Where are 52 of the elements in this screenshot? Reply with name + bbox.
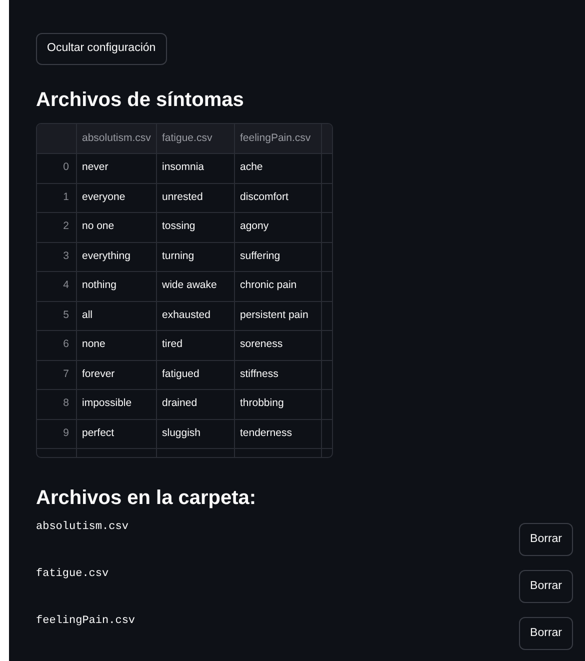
table-cell-text: no one <box>82 219 114 234</box>
row-index: 3 <box>63 248 69 264</box>
table-cell-text: insomnia <box>162 160 204 176</box>
row-index: 4 <box>63 278 69 294</box>
table-cell-text: fatigued <box>162 366 200 382</box>
column-header: feelingPain.csv <box>240 130 311 146</box>
row-index: 9 <box>63 426 69 441</box>
table-cell-text: wide awake <box>162 278 217 294</box>
table-cell-text: everything <box>82 248 130 264</box>
row-index: 6 <box>63 337 69 352</box>
table-cell-text: tenderness <box>240 426 292 441</box>
table-cell-text: nothing <box>82 278 116 294</box>
row-index: 0 <box>63 160 69 176</box>
table-cell-text: turning <box>162 248 194 264</box>
table-cell-text: soreness <box>240 337 283 352</box>
table-cell-text: stiffness <box>240 366 278 382</box>
table-cell-text: never <box>82 160 108 176</box>
column-header: fatigue.csv <box>162 130 212 146</box>
table-cell-text: unrested <box>162 190 203 205</box>
row-index: 7 <box>63 366 69 382</box>
row-index: 5 <box>63 308 69 323</box>
file-name: fatigue.csv <box>36 567 109 582</box>
delete-button[interactable]: Borrar <box>519 523 573 556</box>
row-index: 8 <box>63 396 69 412</box>
column-header: absolutism.csv <box>82 130 151 146</box>
file-name: absolutism.csv <box>36 520 128 535</box>
hide-settings-button[interactable]: Ocultar configuración <box>36 33 167 65</box>
table-cell-text: ache <box>240 160 263 176</box>
table-cell-text: tired <box>162 337 182 352</box>
delete-button[interactable]: Borrar <box>519 570 573 603</box>
table-cell-text: chronic pain <box>240 278 297 294</box>
row-index: 1 <box>63 190 69 205</box>
table-cell-text: all <box>82 308 93 323</box>
table-cell-text: persistent pain <box>240 308 308 323</box>
table-cell-text: suffering <box>240 248 280 264</box>
row-index: 2 <box>63 219 69 234</box>
table-cell-text: exhausted <box>162 308 210 323</box>
table-cell-text: perfect <box>82 426 114 441</box>
table-cell-text: throbbing <box>240 396 284 412</box>
delete-button[interactable]: Borrar <box>519 617 573 650</box>
section-heading: Archivos de síntomas <box>36 88 245 113</box>
table-cell-text: discomfort <box>240 190 288 205</box>
table-cell-text: drained <box>162 396 198 412</box>
file-name: feelingPain.csv <box>36 614 136 629</box>
table-cell-text: sluggish <box>162 426 201 441</box>
table-cell-text: none <box>82 337 106 352</box>
section-heading: Archivos en la carpeta: <box>36 486 258 511</box>
table-cell-text: agony <box>240 219 269 234</box>
table-cell-text: impossible <box>82 396 132 412</box>
table-cell-text: tossing <box>162 219 196 234</box>
table-cell-text: everyone <box>82 190 126 205</box>
table-cell-text: forever <box>82 366 115 382</box>
